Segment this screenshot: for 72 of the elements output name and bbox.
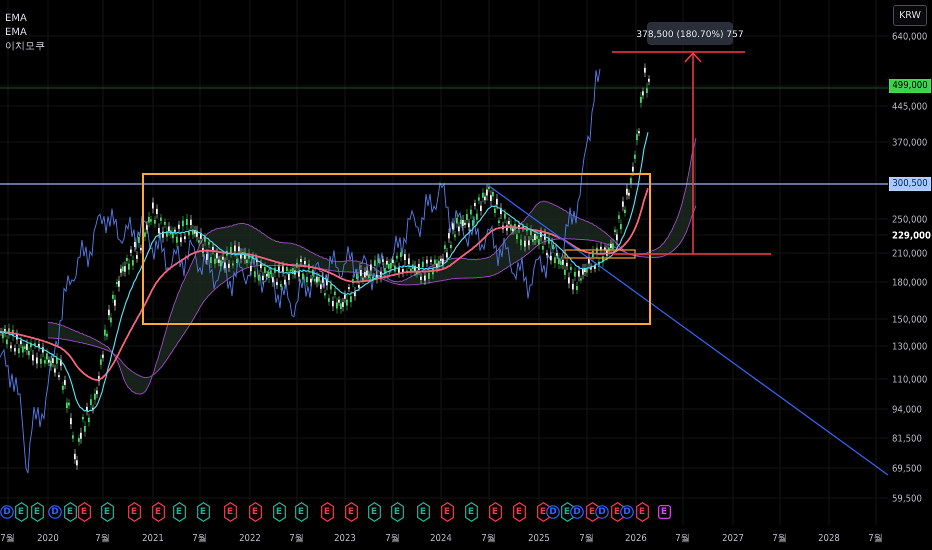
- time-label: 7월: [481, 533, 497, 544]
- time-label: 2027: [722, 533, 744, 544]
- time-label: 7월: [95, 533, 111, 544]
- earnings-marker[interactable]: E: [14, 502, 28, 522]
- time-label: 2022: [239, 533, 261, 544]
- time-label: 7월: [289, 533, 305, 544]
- measure-label: 378,500 (180.70%) 757: [636, 30, 744, 40]
- upcoming-earnings-marker[interactable]: E: [658, 505, 670, 519]
- price-label: 130,000: [892, 342, 928, 352]
- indicator-label[interactable]: EMA: [5, 13, 27, 24]
- currency-button[interactable]: KRW: [893, 5, 927, 26]
- time-label: 2021: [142, 533, 164, 544]
- time-label: 2023: [334, 533, 356, 544]
- earnings-marker[interactable]: E: [368, 502, 380, 522]
- earnings-marker[interactable]: E: [294, 502, 308, 522]
- earnings-marker[interactable]: E: [344, 502, 358, 522]
- time-label: 7월: [385, 533, 401, 544]
- price-label: 250,000: [892, 214, 928, 226]
- earnings-marker[interactable]: E: [464, 502, 478, 522]
- dividend-marker[interactable]: D: [570, 505, 584, 519]
- earnings-marker[interactable]: E: [320, 502, 334, 522]
- dividend-marker[interactable]: D: [48, 505, 62, 519]
- earnings-marker[interactable]: E: [610, 502, 624, 522]
- indicator-label[interactable]: EMA: [5, 27, 27, 38]
- earnings-marker[interactable]: E: [636, 502, 648, 522]
- earnings-marker[interactable]: E: [78, 502, 90, 522]
- earnings-marker[interactable]: E: [128, 502, 140, 522]
- earnings-marker[interactable]: E: [152, 502, 164, 522]
- price-label: 150,000: [892, 314, 928, 326]
- earnings-marker[interactable]: E: [30, 502, 44, 522]
- price-label: 180,000: [892, 278, 928, 288]
- indicator-label[interactable]: 이치모쿠: [5, 41, 45, 52]
- dividend-marker[interactable]: D: [546, 505, 560, 519]
- line-price-badge: 300,500: [889, 177, 931, 191]
- time-label: 2026: [625, 533, 647, 544]
- price-label: 229,000: [892, 230, 931, 242]
- price-label: 59,500: [892, 494, 922, 504]
- time-label: 2020: [37, 533, 59, 544]
- dividend-marker[interactable]: D: [0, 505, 14, 519]
- price-label: 210,000: [892, 248, 928, 260]
- time-label: 7월: [0, 533, 16, 544]
- price-label: 81,500: [892, 434, 922, 444]
- price-label: 445,000: [892, 102, 928, 112]
- earnings-marker[interactable]: E: [416, 502, 430, 522]
- price-label: 69,500: [892, 464, 922, 474]
- dividend-marker[interactable]: D: [620, 505, 634, 519]
- price-label: 110,000: [892, 374, 928, 386]
- dividend-marker[interactable]: D: [595, 505, 609, 519]
- earnings-marker[interactable]: E: [224, 502, 236, 522]
- earnings-marker[interactable]: E: [196, 502, 210, 522]
- time-label: 2028: [818, 533, 840, 544]
- earnings-marker[interactable]: E: [100, 502, 114, 522]
- earnings-marker[interactable]: E: [440, 502, 454, 522]
- price-label: 94,000: [892, 404, 922, 416]
- time-label: 2024: [430, 533, 452, 544]
- earnings-marker[interactable]: E: [172, 502, 186, 522]
- time-label: 7월: [192, 533, 208, 544]
- time-label: 7월: [675, 533, 691, 544]
- earnings-marker[interactable]: E: [560, 502, 574, 522]
- time-label: 7월: [868, 533, 884, 544]
- time-label: 2025: [528, 533, 550, 544]
- time-label: 7월: [772, 533, 788, 544]
- last-price-badge: 499,000: [889, 79, 931, 93]
- earnings-marker[interactable]: E: [390, 502, 404, 522]
- earnings-marker[interactable]: E: [248, 502, 262, 522]
- earnings-marker[interactable]: E: [272, 502, 286, 522]
- price-label: 370,000: [892, 138, 928, 148]
- earnings-marker[interactable]: E: [64, 502, 76, 522]
- earnings-marker[interactable]: E: [512, 502, 526, 522]
- earnings-marker[interactable]: E: [488, 502, 502, 522]
- price-label: 640,000: [892, 32, 928, 42]
- time-label: 7월: [579, 533, 595, 544]
